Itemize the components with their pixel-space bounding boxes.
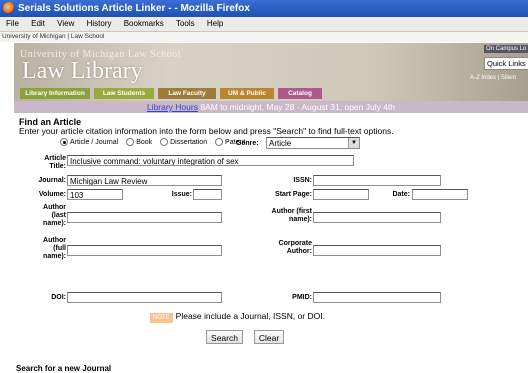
breadcrumb[interactable]: University of Michigan | Law School [0,32,528,42]
issue-input[interactable] [193,189,222,200]
chevron-down-icon: ▼ [348,138,359,148]
tab-library-information[interactable]: Library Information [20,88,90,99]
genre-label: Genre: [236,140,259,147]
doi-label: DOI: [51,294,66,301]
corporate-author-input[interactable] [313,245,441,256]
firefox-icon [3,2,15,14]
window-title: Serials Solutions Article Linker - - Moz… [18,3,250,14]
banner-right-tools: On Campus Lo Quick Links A-Z Index | Sit… [470,45,528,101]
site-banner: University of Michigan Law School Law Li… [14,43,528,101]
library-hours-bar: Library Hours 8AM to midnight, May 28 - … [14,101,528,113]
radio-book[interactable]: Book [126,138,152,146]
start-page-input[interactable] [313,189,369,200]
author-last-input[interactable] [67,212,222,223]
author-full-label: Author (full name): [43,237,66,260]
format-radio-group: Article / Journal Book Dissertation Pate… [60,138,245,146]
doi-input[interactable] [67,292,222,303]
pmid-label: PMID: [292,294,312,301]
author-first-input[interactable] [313,212,441,223]
author-full-input[interactable] [67,245,222,256]
quick-links-select[interactable]: Quick Links [484,57,528,70]
menu-bar: File Edit View History Bookmarks Tools H… [0,17,528,32]
note-badge: NOTE [150,313,173,323]
journal-label: Journal: [38,177,66,184]
issn-input[interactable] [313,175,441,186]
genre-select[interactable]: Article ▼ [266,137,360,149]
clear-button[interactable]: Clear [254,330,284,344]
library-hours-link[interactable]: Library Hours [147,102,198,112]
window-title-bar: Serials Solutions Article Linker - - Moz… [0,0,528,17]
radio-selected-icon [60,138,68,146]
az-index-link[interactable]: A-Z Index | Sitem [470,75,516,81]
on-campus-link[interactable]: On Campus Lo [484,45,528,53]
author-first-label: Author (first name): [271,208,312,223]
menu-history[interactable]: History [87,19,112,28]
radio-article-journal[interactable]: Article / Journal [60,138,118,146]
form-note: NOTE Please include a Journal, ISSN, or D… [150,311,325,323]
tab-catalog[interactable]: Catalog [278,88,322,99]
date-input[interactable] [412,189,468,200]
menu-bookmarks[interactable]: Bookmarks [124,19,164,28]
radio-icon [126,138,135,146]
radio-icon [160,138,169,146]
tab-um-public[interactable]: UM & Public [220,88,274,99]
menu-edit[interactable]: Edit [31,19,45,28]
volume-label: Volume: [38,191,66,198]
date-label: Date: [392,191,410,198]
corporate-author-label: Corporate Author: [278,240,312,255]
library-hours-text: 8AM to midnight, May 28 - August 31, ope… [200,102,396,112]
author-last-label: Author (last name): [43,204,66,227]
note-text: Please include a Journal, ISSN, or DOI. [175,311,325,321]
menu-file[interactable]: File [6,19,19,28]
start-page-label: Start Page: [275,191,312,198]
tab-law-students[interactable]: Law Students [94,88,154,99]
menu-help[interactable]: Help [207,19,223,28]
menu-view[interactable]: View [57,19,74,28]
form-intro: Enter your article citation information … [19,126,394,136]
journal-input[interactable]: Michigan Law Review [67,175,222,186]
article-title-input[interactable]: Inclusive command: voluntary integration… [67,155,354,166]
menu-tools[interactable]: Tools [176,19,195,28]
site-title[interactable]: Law Library [22,58,143,85]
issue-label: Issue: [171,191,192,198]
tab-law-faculty[interactable]: Law Faculty [158,88,216,99]
article-title-label: Article Title: [44,155,66,170]
issn-label: ISSN: [293,177,312,184]
search-button[interactable]: Search [206,330,243,344]
radio-dissertation[interactable]: Dissertation [160,138,207,146]
radio-icon [215,138,224,146]
pmid-input[interactable] [313,292,441,303]
volume-input[interactable]: 103 [67,189,123,200]
